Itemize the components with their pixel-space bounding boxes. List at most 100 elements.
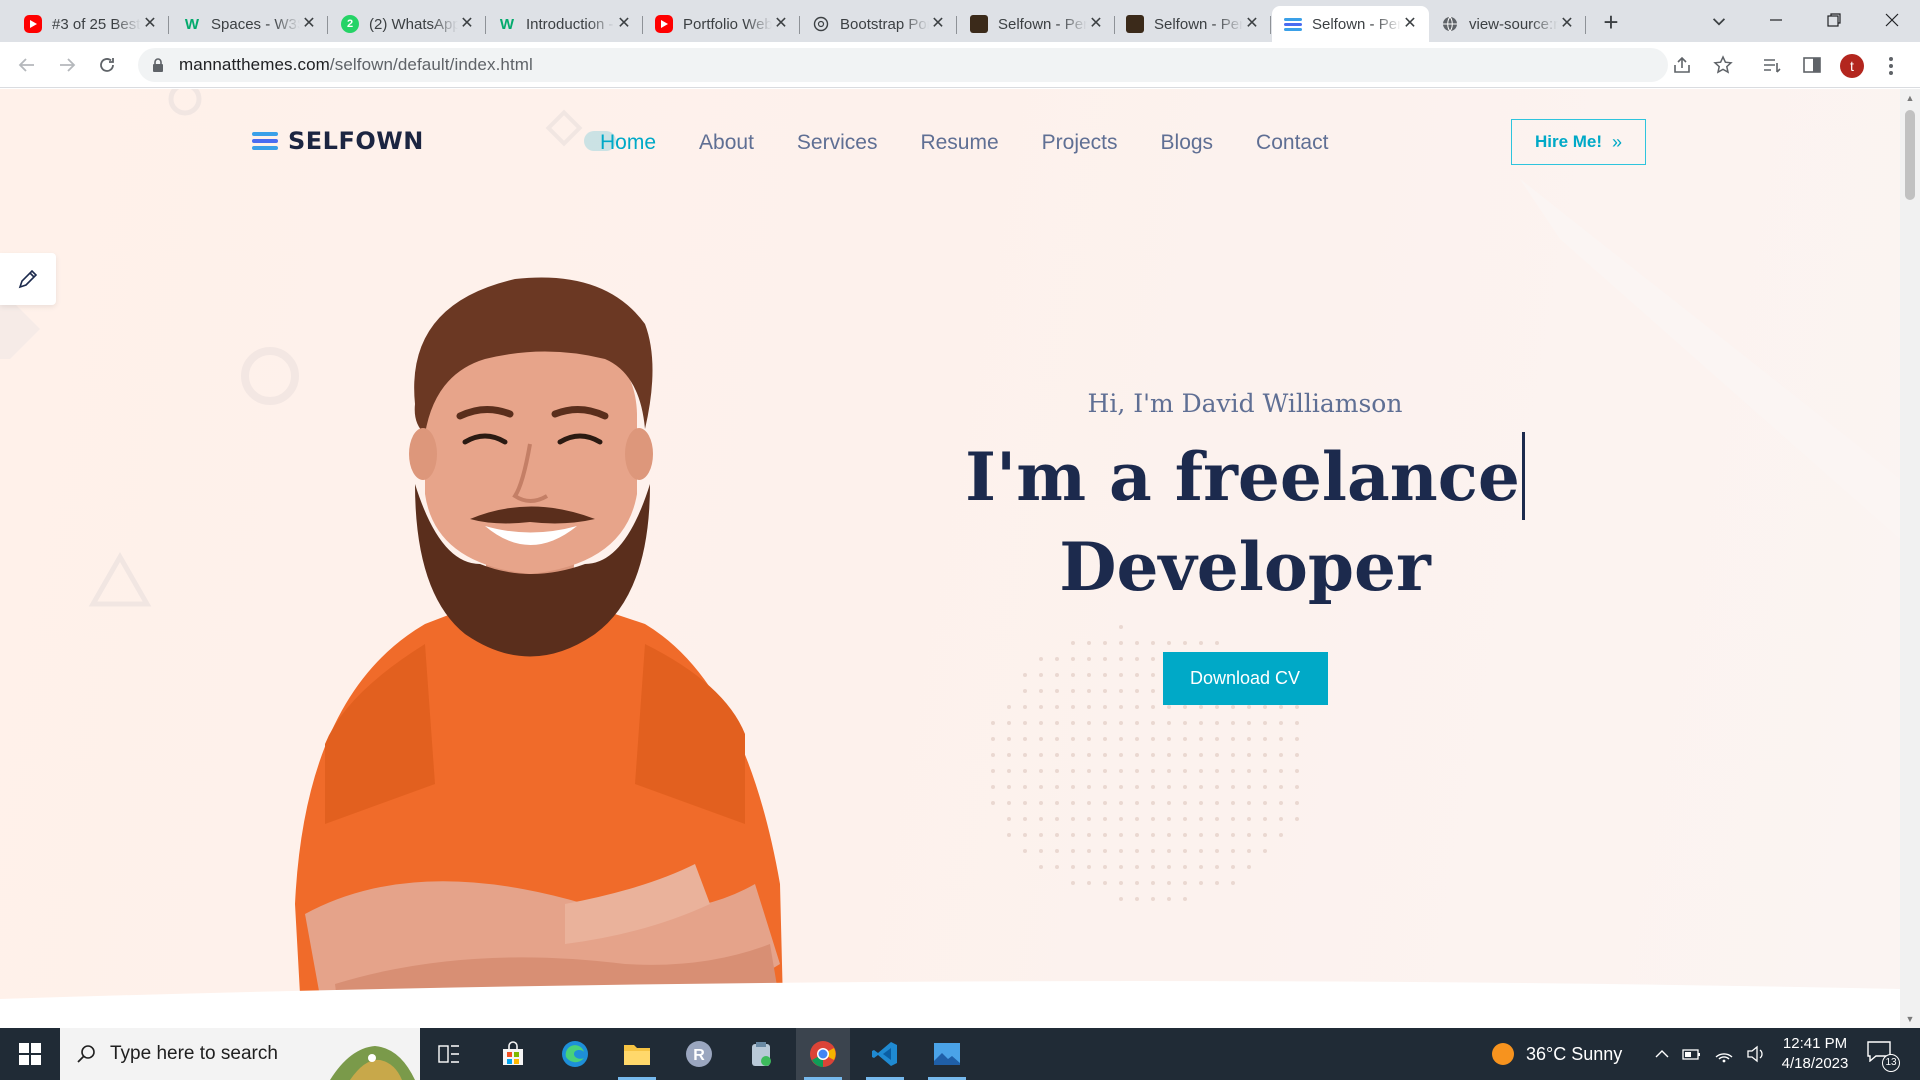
pencil-icon — [18, 269, 38, 289]
url-text: mannatthemes.com/selfown/default/index.h… — [179, 55, 533, 74]
microsoft-store-icon[interactable] — [486, 1028, 540, 1080]
tab-close-icon[interactable]: ✕ — [458, 15, 476, 33]
browser-tab[interactable]: 2 (2) WhatsApp ✕ — [329, 6, 486, 42]
browser-tab[interactable]: Selfown - Personal Portfolio✕ — [1272, 6, 1429, 42]
edge-icon[interactable] — [548, 1028, 602, 1080]
weather-text: 36°C Sunny — [1526, 1043, 1623, 1064]
r-studio-icon[interactable]: R — [672, 1028, 726, 1080]
browser-tab[interactable]: Bootstrap Portfolio✕ — [800, 6, 957, 42]
globe-icon — [1441, 15, 1459, 33]
tab-title: Selfown - Personal Portfolio — [1154, 15, 1243, 33]
profile-portrait — [295, 277, 784, 1028]
task-view-icon[interactable] — [422, 1028, 476, 1080]
notification-center-icon[interactable]: 13 — [1866, 1040, 1900, 1072]
triangle-decoration-icon — [88, 551, 152, 607]
bookmark-star-icon[interactable] — [1711, 53, 1735, 77]
hire-me-button[interactable]: Hire Me! » — [1511, 119, 1646, 165]
nav-link-contact[interactable]: Contact — [1256, 123, 1328, 163]
tab-close-icon[interactable]: ✕ — [141, 15, 159, 33]
logo-text: SELFOWN — [288, 127, 424, 155]
tab-title: #3 of 25 Best Portfolio — [52, 15, 141, 33]
search-placeholder: Type here to search — [110, 1043, 278, 1064]
reload-icon[interactable] — [94, 52, 120, 78]
tab-title: Selfown - Personal Portfolio — [998, 15, 1087, 33]
tab-close-icon[interactable]: ✕ — [929, 15, 947, 33]
new-tab-button[interactable]: + — [1596, 8, 1626, 38]
browser-tab[interactable]: #3 of 25 Best Portfolio✕ — [12, 6, 169, 42]
wifi-icon[interactable] — [1714, 1045, 1734, 1063]
download-cv-button[interactable]: Download CV — [1162, 652, 1328, 705]
circle-decoration-icon — [168, 89, 202, 116]
taskbar-search-box[interactable]: Type here to search — [60, 1028, 420, 1080]
tab-close-icon[interactable]: ✕ — [1243, 15, 1261, 33]
tab-separator — [956, 16, 957, 34]
scrollbar-thumb[interactable] — [1905, 110, 1915, 200]
lock-icon[interactable] — [151, 58, 165, 72]
nav-link-home[interactable]: Home — [583, 123, 656, 163]
share-icon[interactable] — [1670, 53, 1694, 77]
reading-list-icon[interactable] — [1760, 53, 1784, 77]
tab-separator — [327, 16, 328, 34]
page-scrollbar[interactable]: ▲ ▼ — [1900, 89, 1920, 1028]
themeforest-icon — [1126, 15, 1144, 33]
side-panel-icon[interactable] — [1800, 53, 1824, 77]
logo-stripes-icon — [252, 132, 278, 150]
whatsapp-icon: 2 — [341, 15, 359, 33]
close-window-icon[interactable] — [1864, 0, 1920, 40]
tab-close-icon[interactable]: ✕ — [1558, 15, 1576, 33]
nav-link-blogs[interactable]: Blogs — [1161, 123, 1214, 163]
notification-count-badge: 13 — [1882, 1054, 1900, 1072]
browser-tab[interactable]: W Introduction - W3Schools✕ — [486, 6, 643, 42]
chatgpt-icon — [812, 15, 830, 33]
notepad-icon[interactable] — [734, 1028, 788, 1080]
battery-icon[interactable] — [1682, 1046, 1702, 1062]
theme-customizer-toggle[interactable] — [0, 253, 56, 305]
more-menu-icon[interactable] — [1884, 54, 1898, 78]
browser-tab[interactable]: Selfown - Personal Portfolio✕ — [958, 6, 1115, 42]
search-highlight-illustration-icon — [330, 1046, 415, 1080]
minimize-icon[interactable] — [1748, 0, 1804, 40]
large-shape-decoration-icon — [1520, 179, 1900, 539]
windows-start-icon[interactable] — [0, 1028, 60, 1080]
profile-avatar[interactable]: t — [1840, 54, 1864, 78]
typing-cursor — [1521, 432, 1525, 520]
taskbar-clock[interactable]: 12:41 PM 4/18/2023 — [1770, 1034, 1860, 1074]
nav-link-resume[interactable]: Resume — [920, 123, 998, 163]
sun-icon — [1492, 1043, 1514, 1065]
scroll-down-arrow-icon[interactable]: ▼ — [1905, 1014, 1915, 1024]
w3schools-icon: W — [499, 15, 515, 33]
back-arrow-icon[interactable] — [14, 52, 40, 78]
tab-title: Spaces - W3Schools — [211, 15, 300, 33]
nav-link-projects[interactable]: Projects — [1042, 123, 1118, 163]
tab-close-icon[interactable]: ✕ — [615, 15, 633, 33]
tab-close-icon[interactable]: ✕ — [1087, 15, 1105, 33]
w3schools-icon: W — [184, 15, 200, 33]
side-shape-decoration-icon — [0, 299, 40, 359]
tab-close-icon[interactable]: ✕ — [1401, 15, 1419, 33]
tab-title: Bootstrap Portfolio — [840, 15, 929, 33]
scroll-up-arrow-icon[interactable]: ▲ — [1905, 93, 1915, 103]
site-logo[interactable]: SELFOWN — [250, 127, 424, 155]
photos-icon[interactable] — [920, 1028, 974, 1080]
nav-link-services[interactable]: Services — [797, 123, 878, 163]
browser-toolbar: mannatthemes.com/selfown/default/index.h… — [0, 42, 1920, 88]
browser-tab[interactable]: Portfolio Website✕ — [643, 6, 800, 42]
tab-close-icon[interactable]: ✕ — [300, 15, 318, 33]
section-divider-wave — [0, 981, 1900, 1028]
chevron-up-icon[interactable] — [1654, 1046, 1670, 1062]
volume-icon[interactable] — [1746, 1045, 1766, 1063]
chrome-icon[interactable] — [796, 1028, 850, 1080]
weather-widget[interactable]: 36°C Sunny — [1490, 1028, 1622, 1080]
file-explorer-icon[interactable] — [610, 1028, 664, 1080]
vscode-icon[interactable] — [858, 1028, 912, 1080]
nav-link-about[interactable]: About — [699, 123, 754, 163]
restore-icon[interactable] — [1806, 0, 1862, 40]
tab-title: (2) WhatsApp — [369, 15, 458, 33]
address-bar[interactable]: mannatthemes.com/selfown/default/index.h… — [138, 48, 1668, 82]
browser-tab[interactable]: view-source:mannatthemes.com✕ — [1429, 6, 1586, 42]
browser-tab[interactable]: W Spaces - W3Schools✕ — [171, 6, 328, 42]
browser-tab[interactable]: Selfown - Personal Portfolio✕ — [1114, 6, 1271, 42]
forward-arrow-icon[interactable] — [54, 52, 80, 78]
tab-search-icon[interactable] — [1706, 8, 1732, 34]
tab-close-icon[interactable]: ✕ — [772, 15, 790, 33]
